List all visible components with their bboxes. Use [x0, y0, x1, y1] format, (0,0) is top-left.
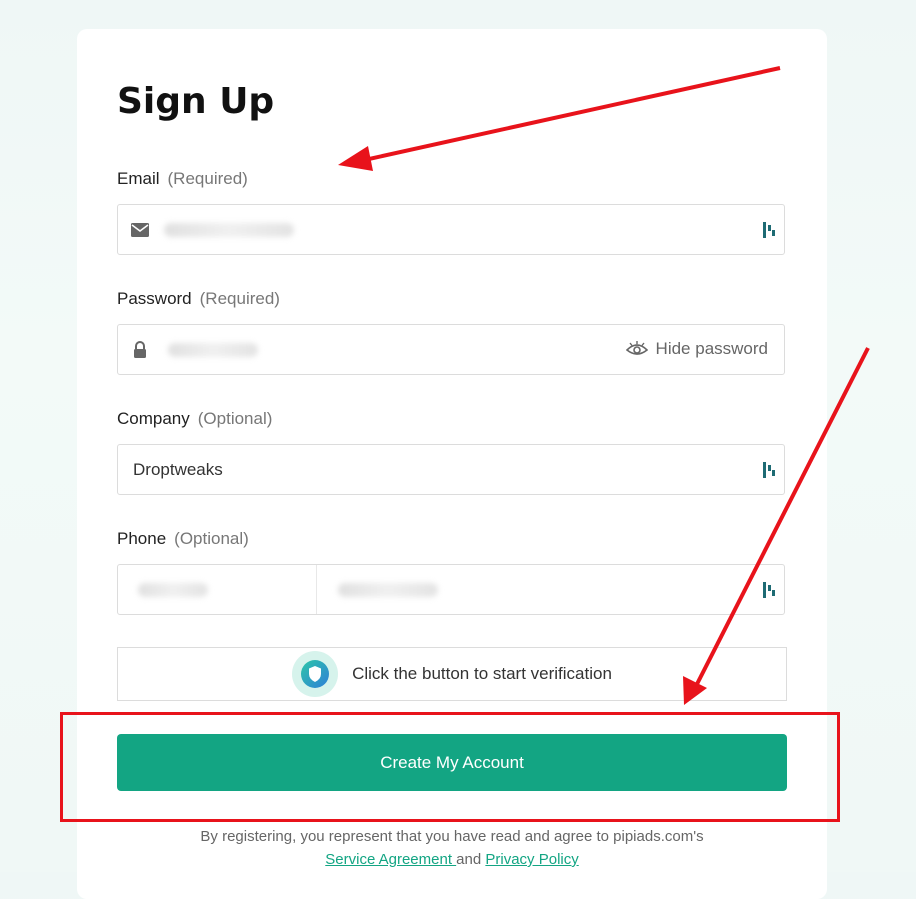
- legal-links: Service Agreement and Privacy Policy: [77, 848, 827, 871]
- verification-badge: [292, 651, 339, 697]
- shield-icon: [301, 660, 330, 688]
- phone-divider: [316, 565, 317, 614]
- phone-optional-hint: (Optional): [174, 529, 249, 548]
- verification-button[interactable]: Click the button to start verification: [117, 647, 787, 701]
- privacy-policy-link[interactable]: Privacy Policy: [485, 851, 578, 868]
- phone-label-text: Phone: [117, 529, 167, 548]
- page-title: Sign Up: [117, 81, 275, 122]
- bitwarden-icon[interactable]: [762, 581, 776, 599]
- signup-card: Sign Up Email (Required) Password (Require…: [77, 29, 827, 899]
- hide-password-label: Hide password: [655, 339, 768, 358]
- verification-text: Click the button to start verification: [352, 664, 612, 683]
- eye-icon: [625, 341, 648, 355]
- service-agreement-link[interactable]: Service Agreement: [325, 851, 456, 868]
- mail-icon: [131, 223, 149, 237]
- email-required-hint: (Required): [167, 169, 248, 188]
- company-label: Company (Optional): [117, 409, 272, 429]
- password-required-hint: (Required): [199, 289, 280, 308]
- email-field[interactable]: [117, 204, 785, 255]
- phone-field[interactable]: [117, 564, 785, 615]
- company-label-text: Company: [117, 409, 190, 428]
- bitwarden-icon[interactable]: [762, 461, 776, 479]
- legal-text: By registering, you represent that you h…: [200, 828, 704, 845]
- company-optional-hint: (Optional): [197, 409, 273, 428]
- legal-connector: and: [456, 851, 482, 868]
- legal-notice: By registering, you represent that you h…: [77, 825, 827, 871]
- phone-label: Phone (Optional): [117, 529, 249, 549]
- email-label-text: Email: [117, 169, 160, 188]
- company-field[interactable]: Droptweaks: [117, 444, 785, 495]
- password-field[interactable]: Hide password: [117, 324, 785, 375]
- email-label: Email (Required): [117, 169, 248, 189]
- password-redacted-value: [168, 343, 258, 357]
- password-label-text: Password: [117, 289, 192, 308]
- create-account-button[interactable]: Create My Account: [117, 734, 787, 791]
- hide-password-toggle[interactable]: Hide password: [625, 339, 768, 359]
- company-value: Droptweaks: [133, 460, 223, 479]
- lock-icon: [134, 341, 146, 358]
- password-label: Password (Required): [117, 289, 280, 309]
- phone-number-redacted[interactable]: [338, 583, 438, 597]
- bitwarden-icon[interactable]: [762, 221, 776, 239]
- country-code-redacted[interactable]: [138, 583, 208, 597]
- email-redacted-value: [164, 223, 294, 237]
